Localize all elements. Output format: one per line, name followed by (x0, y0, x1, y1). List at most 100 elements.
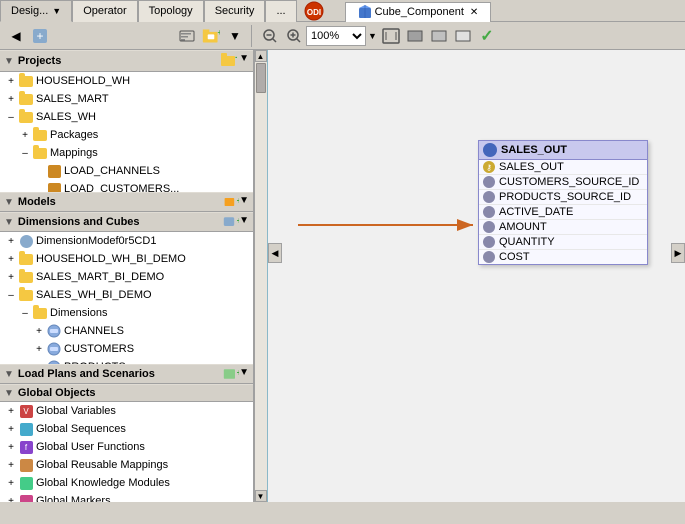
scroll-up-btn[interactable]: ▲ (255, 50, 267, 62)
marker-icon (18, 493, 34, 502)
key-icon-0: ⚷ (483, 161, 495, 173)
folder-icon-saleswh-bi (18, 287, 34, 303)
toggle-customers[interactable]: + (32, 344, 46, 355)
global-section-header[interactable]: ▼ Global Objects (0, 384, 253, 402)
tree-item-saleswh[interactable]: – SALES_WH (0, 108, 253, 126)
toggle-mappings[interactable]: – (18, 148, 32, 159)
tree-item-salesmart-bi[interactable]: + SALES_MART_BI_DEMO (0, 268, 253, 286)
folder-icon-household-bi (18, 251, 34, 267)
tree-item-saleswh-bi[interactable]: – SALES_WH_BI_DEMO (0, 286, 253, 304)
tree-item-salesmart[interactable]: + SALES_MART (0, 90, 253, 108)
toolbar: ◀ + + ▼ (0, 22, 685, 50)
toggle-dimmodel[interactable]: + (4, 236, 18, 247)
models-section-header[interactable]: ▼ Models + ▼ (0, 192, 253, 212)
dim-cubes-section-header[interactable]: ▼ Dimensions and Cubes + ▼ (0, 212, 253, 232)
tree-item-load-customers[interactable]: LOAD_CUSTOMERS... (0, 180, 253, 192)
label-mappings: Mappings (50, 147, 98, 159)
tree-item-global-funcs[interactable]: + f Global User Functions (0, 438, 253, 456)
tree-item-global-km[interactable]: + Global Knowledge Modules (0, 474, 253, 492)
scroll-thumb[interactable] (256, 63, 266, 93)
toggle-global-km[interactable]: + (4, 478, 18, 489)
toggle-household-bi[interactable]: + (4, 254, 18, 265)
label-salesmart-bi: SALES_MART_BI_DEMO (36, 271, 164, 283)
editor-tab-close[interactable]: ✕ (470, 7, 478, 18)
zoom-in-icon (286, 28, 302, 44)
menu-tab-design[interactable]: Desig... ▼ (0, 0, 72, 22)
projects-section-header[interactable]: ▼ Projects + ▼ (0, 50, 253, 72)
label-global-vars: Global Variables (36, 405, 116, 417)
tree-item-dimmodel[interactable]: + DimensionModef0r5CD1 (0, 232, 253, 250)
menu-tab-topology[interactable]: Topology (138, 0, 204, 22)
cube-row-0[interactable]: ⚷ SALES_OUT (479, 160, 647, 175)
tree-item-customers[interactable]: + CUSTOMERS (0, 340, 253, 358)
toggle-dimensions-folder[interactable]: – (18, 308, 32, 319)
cube-row-5[interactable]: QUANTITY (479, 235, 647, 250)
tree-item-global-seqs[interactable]: + Global Sequences (0, 420, 253, 438)
toggle-global-vars[interactable]: + (4, 406, 18, 417)
toggle-global-funcs[interactable]: + (4, 442, 18, 453)
toggle-packages[interactable]: + (18, 130, 32, 141)
zoom-select[interactable]: 100% 50% 75% 125% 150% (306, 26, 366, 46)
toggle-salesmart[interactable]: + (4, 94, 18, 105)
field-icon-2 (483, 191, 495, 203)
tree-item-global-reuse[interactable]: + Global Reusable Mappings (0, 456, 253, 474)
fit-icon (382, 28, 400, 44)
cube-row-6[interactable]: COST (479, 250, 647, 264)
tree-item-load-channels[interactable]: LOAD_CHANNELS (0, 162, 253, 180)
menu-tab-operator[interactable]: Operator (72, 0, 137, 22)
toolbar-add-btn[interactable]: + (28, 25, 52, 47)
menu-tab-more-label: ... (276, 5, 285, 17)
shape-rect-btn[interactable] (403, 25, 427, 47)
tree-item-global-markers[interactable]: + Global Markers (0, 492, 253, 502)
toggle-global-markers[interactable]: + (4, 496, 18, 503)
editor-tab-cube[interactable]: Cube_Component ✕ (345, 2, 492, 22)
canvas-scroll-right-btn[interactable]: ▶ (671, 243, 685, 263)
label-channels: CHANNELS (64, 325, 124, 337)
projects-add-icon: + (221, 53, 237, 67)
zoom-out-btn[interactable] (258, 25, 282, 47)
km-icon (18, 475, 34, 491)
shape-btn2[interactable] (427, 25, 451, 47)
label-load-customers: LOAD_CUSTOMERS... (64, 183, 179, 192)
folder-icon-salesmart (18, 91, 34, 107)
tree-item-packages[interactable]: + Packages (0, 126, 253, 144)
tree-item-global-vars[interactable]: + V Global Variables (0, 402, 253, 420)
validate-btn[interactable]: ✓ (475, 25, 499, 47)
menu-tab-more[interactable]: ... (265, 0, 296, 22)
toggle-saleswh[interactable]: – (4, 112, 18, 123)
fit-btn[interactable] (379, 25, 403, 47)
toolbar-back-btn[interactable]: ◀ (4, 25, 28, 47)
add-icon: + (31, 27, 49, 45)
toolbar-dropdown-btn[interactable]: ▼ (223, 25, 247, 47)
load-section-header[interactable]: ▼ Load Plans and Scenarios + ▼ (0, 364, 253, 384)
toolbar-filter-btn[interactable] (175, 25, 199, 47)
menu-tab-security[interactable]: Security (204, 0, 266, 22)
dim-cubes-tree: + DimensionModef0r5CD1 + HOUSEHOLD_WH_BI… (0, 232, 253, 364)
mapping-icon-load-channels (46, 163, 62, 179)
tree-item-mappings[interactable]: – Mappings (0, 144, 253, 162)
tree-item-household[interactable]: + HOUSEHOLD_WH (0, 72, 253, 90)
tree-item-channels[interactable]: + CHANNELS (0, 322, 253, 340)
cube-row-1[interactable]: CUSTOMERS_SOURCE_ID (479, 175, 647, 190)
toggle-salesmart-bi[interactable]: + (4, 272, 18, 283)
arrow-svg (268, 50, 685, 502)
toggle-global-seqs[interactable]: + (4, 424, 18, 435)
toolbar-save-btn[interactable]: + (199, 25, 223, 47)
zoom-in-btn[interactable] (282, 25, 306, 47)
toggle-saleswh-bi[interactable]: – (4, 290, 18, 301)
tree-item-dimensions-folder[interactable]: – Dimensions (0, 304, 253, 322)
tree-item-household-bi[interactable]: + HOUSEHOLD_WH_BI_DEMO (0, 250, 253, 268)
toggle-global-reuse[interactable]: + (4, 460, 18, 471)
toggle-channels[interactable]: + (32, 326, 46, 337)
shape-btn3[interactable] (451, 25, 475, 47)
toggle-household[interactable]: + (4, 76, 18, 87)
cube-row-3[interactable]: ACTIVE_DATE (479, 205, 647, 220)
canvas-scroll-left-btn[interactable]: ◀ (268, 243, 282, 263)
scroll-down-btn[interactable]: ▼ (255, 490, 267, 502)
cube-row-2[interactable]: PRODUCTS_SOURCE_ID (479, 190, 647, 205)
folder-icon-salesmart-bi (18, 269, 34, 285)
cube-row-4[interactable]: AMOUNT (479, 220, 647, 235)
left-scrollbar[interactable]: ▲ ▼ (254, 50, 266, 502)
projects-collapse-arrow: ▼ (4, 56, 14, 67)
dim-icon-channels (46, 323, 62, 339)
